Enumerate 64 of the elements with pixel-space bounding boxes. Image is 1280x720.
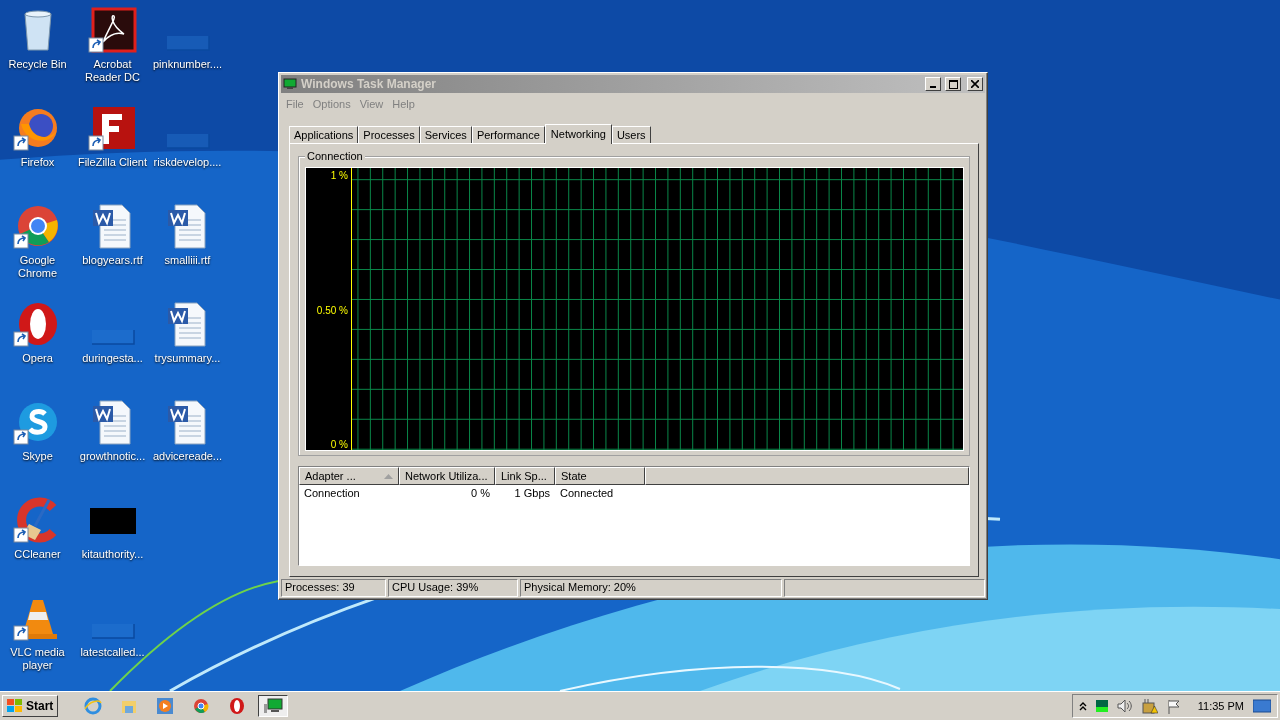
clock[interactable]: 11:35 PM	[1197, 700, 1244, 712]
close-icon	[971, 80, 979, 88]
desktop-icon-label: Opera	[21, 352, 54, 365]
scale-label: 1 %	[330, 170, 348, 181]
table-cell-text: 0 %	[470, 487, 491, 499]
window-title: Windows Task Manager	[301, 77, 438, 91]
graph-title: Connection	[305, 150, 365, 162]
browser-e-icon	[84, 697, 103, 715]
column-header[interactable]: Link Sp...	[495, 467, 555, 485]
maximize-button[interactable]	[945, 77, 961, 91]
desktop-icon-label: Firefox	[19, 156, 56, 169]
tab[interactable]: Networking	[544, 124, 612, 144]
chevron-up-icon[interactable]	[1078, 701, 1087, 711]
windows-logo-icon	[7, 699, 23, 713]
desktop-icon-label: CCleaner	[13, 548, 62, 561]
tab[interactable]: Services	[419, 126, 472, 143]
tab[interactable]: Applications	[289, 126, 359, 143]
desktop-icon-label: kitauthority...	[80, 548, 145, 561]
meter-icon[interactable]	[1095, 700, 1108, 712]
desktop-icon-label: Google Chrome	[16, 254, 59, 280]
desktop-icon-label: Acrobat Reader DC	[84, 58, 141, 84]
minimize-button[interactable]	[925, 77, 941, 91]
status-pane: CPU Usage: 39%	[388, 579, 518, 597]
status-pane: Processes: 39	[281, 579, 386, 597]
desktop-icon-label: FileZilla Client	[76, 156, 149, 169]
desktop-icon-label: riskdevelop....	[152, 156, 223, 169]
desktop-icon-label: advicereade...	[151, 450, 224, 463]
network-warning-icon[interactable]	[1141, 698, 1158, 714]
column-header[interactable]: State	[555, 467, 645, 485]
column-header[interactable]: Network Utiliza...	[399, 467, 495, 485]
maximize-icon	[948, 79, 958, 89]
desktop-icon-label: VLC media player	[9, 646, 66, 672]
desktop-icon-label: pinknumber....	[151, 58, 224, 71]
tab[interactable]: Performance	[471, 126, 545, 143]
speaker-icon[interactable]	[1116, 699, 1133, 713]
desktop-icon-label: smalliii.rtf	[163, 254, 212, 267]
scale-label: 0.50 %	[316, 304, 348, 316]
table-cell-text: Connection	[303, 487, 361, 499]
desktop-icon-label: latestcalled...	[79, 646, 146, 659]
play-icon	[156, 697, 175, 715]
start-button[interactable]: Start	[2, 695, 59, 717]
browser-icon	[193, 698, 210, 714]
status-pane: Physical Memory: 20%	[520, 579, 782, 597]
desktop-icon-label: trysummary...	[153, 352, 222, 365]
column-header[interactable]: Adapter ...	[299, 467, 399, 485]
monitor-icon	[263, 698, 284, 714]
desktop-icon-label: blogyears.rtf	[81, 254, 144, 267]
letter-o-icon	[229, 697, 246, 715]
scale-label: 0 %	[330, 439, 348, 450]
desktop-icon-label: duringesta...	[81, 352, 144, 365]
taskbar-app-button[interactable]	[258, 695, 289, 717]
tab[interactable]: Processes	[358, 126, 420, 143]
sort-arrow-icon	[384, 473, 393, 479]
flag-icon[interactable]	[1166, 698, 1181, 714]
desktop-icon-label: Recycle Bin	[7, 58, 68, 71]
desktop-icon-label: growthnotic...	[78, 450, 147, 463]
pdf-app-icon[interactable]	[87, 6, 138, 56]
table-cell-text: 1 Gbps	[513, 487, 551, 499]
desktop-icon-label: Skype	[21, 450, 54, 463]
table-cell-text: Connected	[559, 487, 615, 499]
close-button[interactable]	[967, 77, 983, 91]
ftp-app-icon[interactable]	[87, 104, 138, 154]
monitor-icon	[283, 78, 297, 90]
tab[interactable]: Users	[611, 126, 651, 143]
